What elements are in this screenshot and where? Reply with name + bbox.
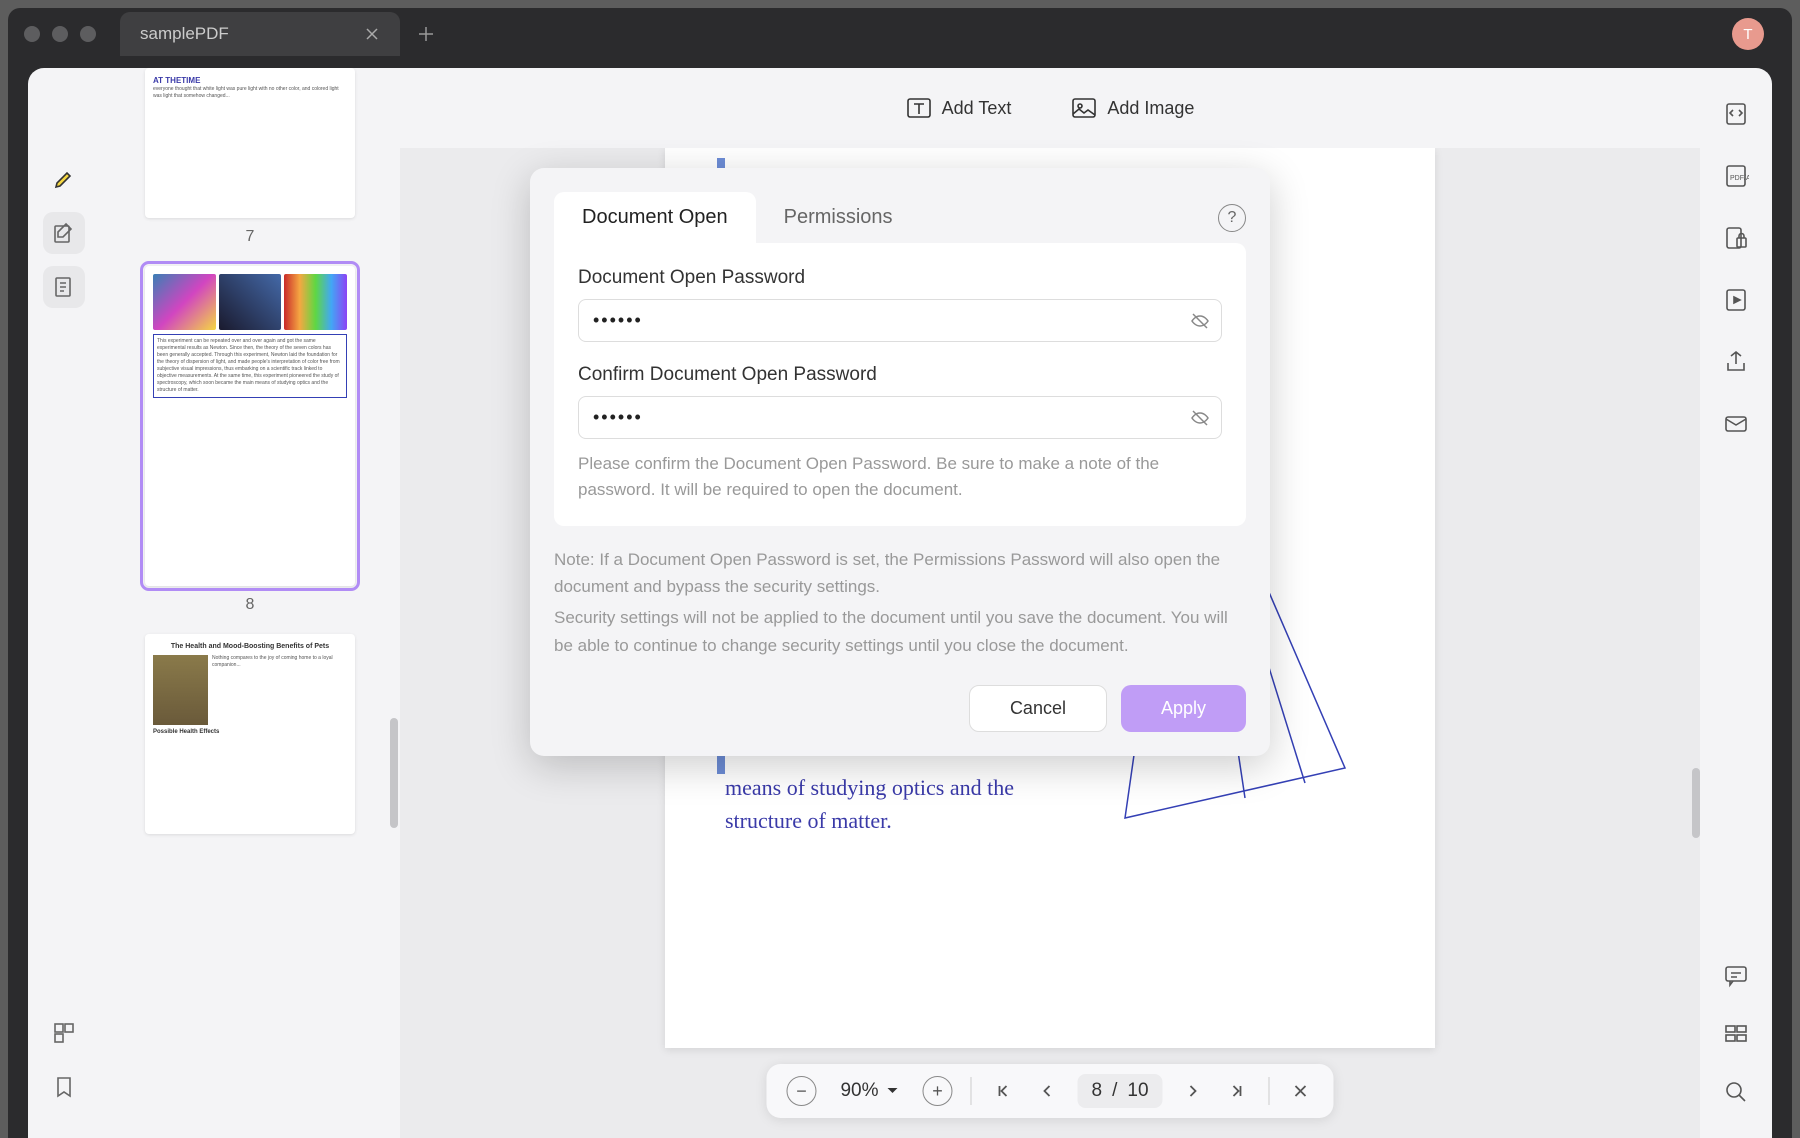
password-label: Document Open Password [578,267,1222,289]
confirm-password-input[interactable] [578,396,1222,439]
modal-note-2: Security settings will not be applied to… [554,604,1246,658]
security-modal: Document Open Permissions ? Document Ope… [530,168,1270,756]
modal-overlay: Document Open Permissions ? Document Ope… [8,8,1792,1138]
confirm-password-label: Confirm Document Open Password [578,364,1222,386]
tab-document-open[interactable]: Document Open [554,192,756,243]
tab-permissions[interactable]: Permissions [756,192,921,243]
cancel-button[interactable]: Cancel [969,685,1107,732]
modal-note-1: Note: If a Document Open Password is set… [554,546,1246,600]
app-window: samplePDF T [8,8,1792,1138]
eye-icon[interactable] [1190,408,1210,428]
apply-button[interactable]: Apply [1121,685,1246,732]
password-input[interactable] [578,299,1222,342]
confirm-helper-text: Please confirm the Document Open Passwor… [578,451,1222,502]
modal-panel: Document Open Password Confirm Document … [554,243,1246,526]
eye-icon[interactable] [1190,311,1210,331]
help-button[interactable]: ? [1218,204,1246,232]
